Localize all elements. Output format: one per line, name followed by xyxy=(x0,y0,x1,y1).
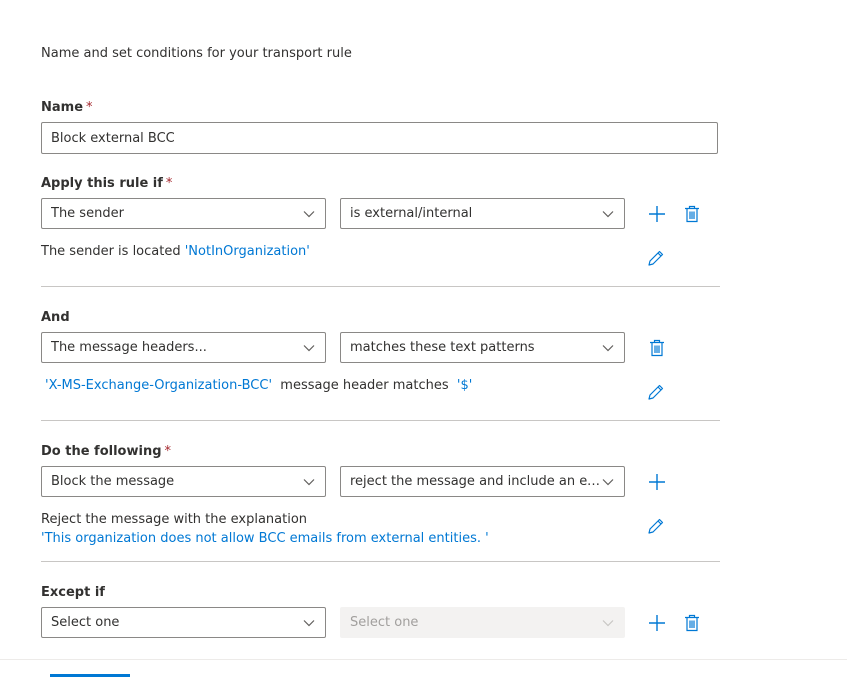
delete-icon xyxy=(685,205,699,223)
and-property-dropdown[interactable]: The message headers... xyxy=(41,332,326,363)
rule-name-value: Block external BCC xyxy=(51,130,175,146)
section-divider xyxy=(41,420,720,421)
add-condition-button[interactable] xyxy=(646,203,668,225)
chevron-down-icon xyxy=(303,344,315,351)
except-if-label: Except if xyxy=(41,585,105,600)
add-icon xyxy=(649,206,665,222)
chevron-down-icon xyxy=(602,478,614,485)
except-condition-dropdown: Select one xyxy=(340,607,625,638)
apply-condition-description: The sender is located 'NotInOrganization… xyxy=(41,244,310,259)
delete-icon xyxy=(650,339,664,357)
rule-name-input[interactable]: Block external BCC xyxy=(41,122,718,154)
except-condition-value: Select one xyxy=(350,615,419,630)
chevron-down-icon xyxy=(303,210,315,217)
and-condition-value: matches these text patterns xyxy=(350,340,535,355)
edit-apply-condition-button[interactable] xyxy=(645,247,667,269)
action-value: Block the message xyxy=(51,474,175,489)
apply-rule-if-label: Apply this rule if * xyxy=(41,176,173,191)
section-divider xyxy=(41,561,720,562)
apply-property-value: The sender xyxy=(51,206,124,221)
pattern-link[interactable]: '$' xyxy=(457,378,472,393)
delete-condition-button[interactable] xyxy=(681,203,703,225)
edit-pencil-icon xyxy=(648,384,664,400)
name-label: Name * xyxy=(41,100,93,115)
delete-and-condition-button[interactable] xyxy=(646,337,668,359)
section-divider xyxy=(41,286,720,287)
do-following-label: Do the following * xyxy=(41,444,172,459)
edit-action-button[interactable] xyxy=(645,515,667,537)
except-property-value: Select one xyxy=(51,615,120,630)
add-icon xyxy=(649,615,665,631)
apply-property-dropdown[interactable]: The sender xyxy=(41,198,326,229)
action-detail-value: reject the message and include an exp... xyxy=(350,474,601,489)
edit-pencil-icon xyxy=(648,518,664,534)
add-exception-button[interactable] xyxy=(646,612,668,634)
chevron-down-icon xyxy=(303,478,315,485)
chevron-down-icon xyxy=(303,619,315,626)
and-condition-dropdown[interactable]: matches these text patterns xyxy=(340,332,625,363)
add-action-button[interactable] xyxy=(646,471,668,493)
and-property-value: The message headers... xyxy=(51,340,207,355)
action-dropdown[interactable]: Block the message xyxy=(41,466,326,497)
required-mark: * xyxy=(165,176,173,191)
apply-condition-value: is external/internal xyxy=(350,206,473,221)
edit-and-condition-button[interactable] xyxy=(645,381,667,403)
footer-divider xyxy=(0,659,847,660)
chevron-down-icon xyxy=(602,619,614,626)
edit-pencil-icon xyxy=(648,250,664,266)
delete-exception-button[interactable] xyxy=(681,612,703,634)
chevron-down-icon xyxy=(602,344,614,351)
action-description: Reject the message with the explanation xyxy=(41,512,308,527)
sender-location-link[interactable]: 'NotInOrganization' xyxy=(185,244,310,259)
page-subtitle: Name and set conditions for your transpo… xyxy=(41,46,352,61)
and-condition-description: 'X-MS-Exchange-Organization-BCC' message… xyxy=(45,378,473,393)
required-mark: * xyxy=(164,444,172,459)
chevron-down-icon xyxy=(602,210,614,217)
header-name-link[interactable]: 'X-MS-Exchange-Organization-BCC' xyxy=(45,378,272,393)
explanation-link[interactable]: 'This organization does not allow BCC em… xyxy=(41,531,489,546)
apply-condition-dropdown[interactable]: is external/internal xyxy=(340,198,625,229)
and-label: And xyxy=(41,310,70,325)
required-mark: * xyxy=(86,100,93,115)
except-property-dropdown[interactable]: Select one xyxy=(41,607,326,638)
add-icon xyxy=(649,474,665,490)
action-detail-dropdown[interactable]: reject the message and include an exp... xyxy=(340,466,625,497)
delete-icon xyxy=(685,614,699,632)
